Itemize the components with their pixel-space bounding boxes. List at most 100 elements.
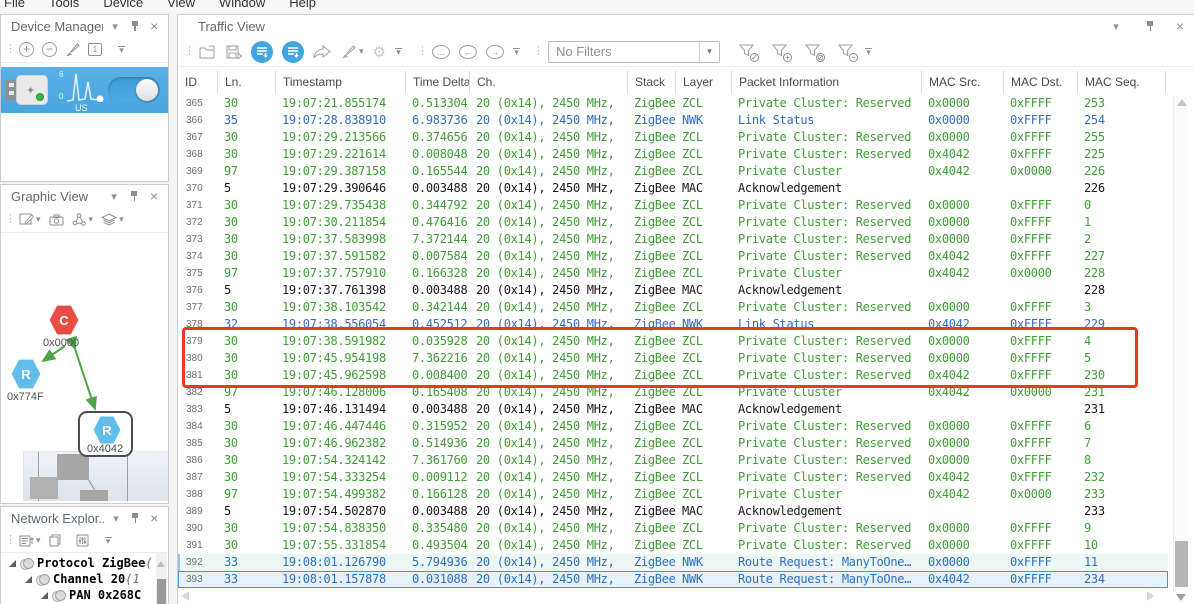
table-row[interactable]: 377 30 19:07:38.103542 0.342144 20 (0x14… [178,299,1168,316]
table-row[interactable]: 388 97 19:07:54.499382 0.166128 20 (0x14… [178,486,1168,503]
expand-twistie-icon[interactable] [25,575,32,583]
comment-more-icon[interactable]: … [431,44,450,59]
toolbar-overflow-button[interactable]: ▾ [512,48,520,57]
toolbar-grip[interactable]: ⋮ [184,46,195,57]
table-row[interactable]: 383 5 19:07:46.131494 0.003488 20 (0x14)… [178,401,1168,418]
table-row[interactable]: 373 30 19:07:37.583998 7.372144 20 (0x14… [178,231,1168,248]
network-tree-scrollbar[interactable] [156,553,167,604]
clear-brush-icon[interactable] [340,44,356,59]
table-row[interactable]: 371 30 19:07:29.735438 0.344792 20 (0x14… [178,197,1168,214]
calendar-icon[interactable]: 1 [88,43,102,56]
forward-share-icon[interactable] [313,44,331,59]
toolbar-grip[interactable]: ⋮ [417,46,428,57]
graphic-view-close-icon[interactable]: × [146,188,162,204]
filter-apply-icon[interactable]: ✓ [738,44,759,62]
table-row[interactable]: 391 30 19:07:55.331854 0.493504 20 (0x14… [178,537,1168,554]
filter-settings-icon[interactable] [76,534,89,547]
toolbar-grip[interactable]: ⋮ [5,44,16,55]
table-row[interactable]: 365 30 19:07:21.855174 0.513304 20 (0x14… [178,95,1168,112]
menu-item-help[interactable]: Help [289,0,316,10]
node-router-4042[interactable]: R [93,416,121,444]
settings-gear-icon[interactable]: ⚙ [373,43,386,61]
table-row[interactable]: 376 5 19:07:37.761398 0.003488 20 (0x14)… [178,282,1168,299]
table-row[interactable]: 382 97 19:07:46.128006 0.165408 20 (0x14… [178,384,1168,401]
toolbar-overflow-button[interactable]: ▾ [864,48,872,57]
filter-exclude-icon[interactable]: ⊘ [804,44,825,62]
autoscroll-button[interactable] [282,40,304,63]
network-explorer-pin-icon[interactable] [128,510,143,526]
copy-page-icon[interactable] [49,534,62,547]
column-header-timestamp[interactable]: Timestamp [276,71,406,93]
scroll-up-icon[interactable] [1177,99,1187,106]
scroll-down-icon[interactable] [1176,594,1186,601]
toolbar-overflow-button[interactable]: ▾ [104,537,112,546]
column-header-time-delta[interactable]: Time Delta [406,71,470,93]
table-row[interactable]: 385 30 19:07:46.962382 0.514936 20 (0x14… [178,435,1168,452]
graphic-view-menu-icon[interactable]: ▾ [106,188,122,204]
menu-item-file[interactable]: File [4,0,25,10]
toolbar-grip[interactable]: ⋮ [5,535,16,546]
tree-item-channel-20[interactable]: Channel 20 (1 [1,571,168,587]
capture-toggle[interactable] [108,77,160,103]
column-header-packet-information[interactable]: Packet Information [732,71,922,93]
scroll-left-icon[interactable] [182,591,189,601]
table-row[interactable]: 369 97 19:07:29.387158 0.165544 20 (0x14… [178,163,1168,180]
toolbar-overflow-button[interactable]: ▾ [394,48,402,57]
device-manager-menu-icon[interactable]: ▾ [107,18,123,34]
comment-prev-icon[interactable]: ← [458,44,477,59]
save-capture-icon[interactable] [226,45,242,59]
topology-canvas[interactable]: C 0x0000 R 0x774F R 0x4042 [1,233,168,501]
table-row[interactable]: 380 30 19:07:45.954198 7.362216 20 (0x14… [178,350,1168,367]
dropdown-caret[interactable]: ▾ [359,46,364,57]
dropdown-caret[interactable]: ▾ [119,214,124,225]
expand-twistie-icon[interactable] [9,559,16,567]
traffic-view-pin-icon[interactable] [1142,18,1158,34]
device-manager-pin-icon[interactable] [127,18,143,34]
table-row[interactable]: 374 30 19:07:37.591582 0.007584 20 (0x14… [178,248,1168,265]
scroll-right-icon[interactable] [1147,591,1154,601]
table-row[interactable]: 381 30 19:07:45.962598 0.008400 20 (0x14… [178,367,1168,384]
layers-icon[interactable] [101,213,118,226]
open-capture-icon[interactable] [199,45,217,59]
add-device-button[interactable]: + [19,42,34,57]
device-manager-close-icon[interactable]: × [146,18,162,34]
table-row[interactable]: 367 30 19:07:29.213566 0.374656 20 (0x14… [178,129,1168,146]
table-row[interactable]: 370 5 19:07:29.390646 0.003488 20 (0x14)… [178,180,1168,197]
table-row[interactable]: 366 35 19:07:28.838910 6.983736 20 (0x14… [178,112,1168,129]
menu-item-device[interactable]: Device [103,0,143,10]
dropdown-caret[interactable]: ▾ [89,214,94,225]
table-row[interactable]: 393 33 19:08:01.157878 0.031088 20 (0x14… [178,571,1168,588]
table-row[interactable]: 375 97 19:07:37.757910 0.166328 20 (0x14… [178,265,1168,282]
table-row[interactable]: 384 30 19:07:46.447446 0.315952 20 (0x14… [178,418,1168,435]
sort-list-icon[interactable] [19,535,34,547]
table-row[interactable]: 392 33 19:08:01.126790 5.794936 20 (0x14… [178,554,1168,571]
column-header-id[interactable]: ID [178,71,218,93]
traffic-vertical-scrollbar[interactable] [1173,95,1188,593]
network-explorer-close-icon[interactable]: × [147,510,162,526]
tree-item-protocol-zigbee[interactable]: Protocol ZigBee ( [1,555,168,571]
traffic-view-menu-icon[interactable]: ▾ [1108,18,1124,34]
menu-item-tools[interactable]: Tools [49,0,79,10]
live-scroll-button[interactable] [251,40,273,63]
scrollbar-thumb[interactable] [157,579,166,604]
menu-item-window[interactable]: Window [219,0,265,10]
table-row[interactable]: 387 30 19:07:54.333254 0.009112 20 (0x14… [178,469,1168,486]
graphic-view-pin-icon[interactable] [126,188,142,204]
dropdown-caret[interactable]: ▾ [36,214,41,225]
table-row[interactable]: 389 5 19:07:54.502870 0.003488 20 (0x14)… [178,503,1168,520]
traffic-view-close-icon[interactable]: × [1172,18,1188,34]
comment-next-icon[interactable]: → [485,44,504,59]
filter-dropdown-button[interactable]: ▾ [698,41,719,62]
table-row[interactable]: 368 30 19:07:29.221614 0.008048 20 (0x14… [178,146,1168,163]
topology-icon[interactable] [72,213,87,226]
filter-add-icon[interactable]: + [771,44,792,62]
menu-item-view[interactable]: View [167,0,195,10]
column-header-mac-dst-[interactable]: MAC Dst. [1004,71,1078,93]
column-header-stack[interactable]: Stack [628,71,676,93]
table-row[interactable]: 390 30 19:07:54.838350 0.335480 20 (0x14… [178,520,1168,537]
filter-remove-icon[interactable]: − [837,44,858,62]
filter-combobox[interactable]: No Filters ▾ [547,40,720,63]
toolbar-overflow-button[interactable]: ▾ [118,46,125,55]
node-router-4042-selection[interactable]: R 0x4042 [78,411,133,457]
remove-device-button[interactable]: − [42,42,57,57]
